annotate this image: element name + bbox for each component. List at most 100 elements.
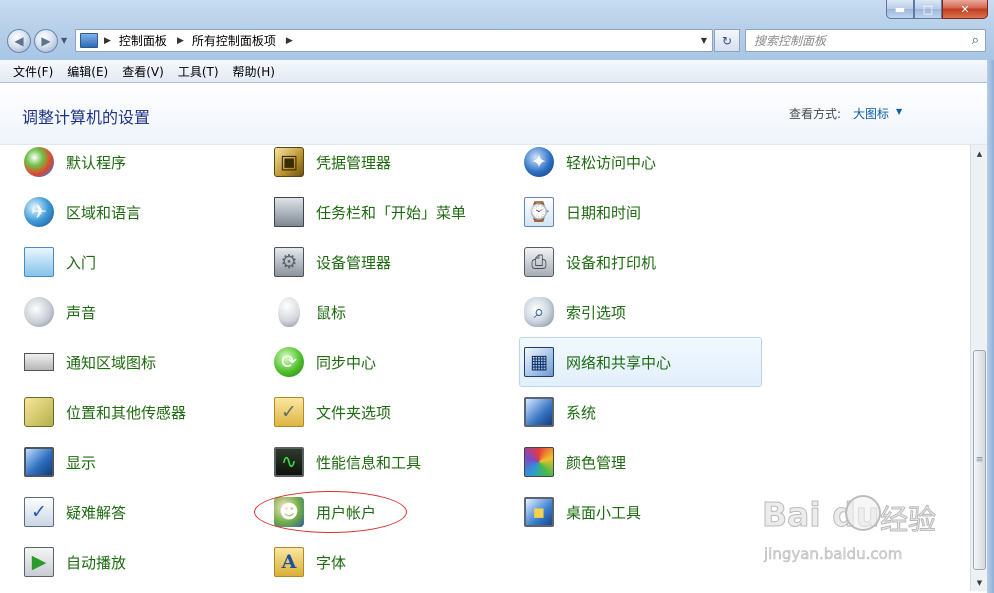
breadcrumb-all-items[interactable]: 所有控制面板项 [192,32,276,49]
gps-device-icon [24,397,54,427]
item-ease-of-access[interactable]: ✦ 轻松访问中心 [520,138,656,186]
chevron-right-icon[interactable]: ▶ [177,36,184,46]
menu-tools[interactable]: 工具(T) [171,61,226,82]
chevron-right-icon[interactable]: ▶ [104,36,111,46]
item-default-programs[interactable]: 默认程序 [20,138,126,186]
printer-icon: ⎙ [524,247,554,277]
view-by-label: 查看方式: [789,107,842,121]
item-label: 通知区域图标 [66,353,157,372]
item-mouse[interactable]: 鼠标 [270,288,346,336]
item-network-sharing-center[interactable]: ▦ 网络和共享中心 [519,337,762,387]
minimize-button[interactable]: ▬ [886,0,914,19]
item-label: 设备和打印机 [566,253,657,272]
desktop-gadgets-icon: ▪ [524,497,554,527]
content-header: 调整计算机的设置 查看方式: 大图标 ▼ [0,84,994,145]
item-label: 网络和共享中心 [566,353,672,372]
item-display[interactable]: 显示 [20,438,96,486]
menu-view[interactable]: 查看(V) [115,61,171,82]
item-location-sensors[interactable]: 位置和其他传感器 [20,388,186,436]
indexing-magnifier-icon: ⌕ [524,297,554,327]
speaker-icon [24,297,54,327]
caption-buttons: ▬ □ ✕ [886,0,988,20]
address-dropdown-button[interactable]: ▼ [696,30,712,51]
view-by-dropdown[interactable]: 大图标 [853,105,889,122]
search-input[interactable] [754,33,954,48]
address-bar[interactable]: ▶ 控制面板 ▶ 所有控制面板项 ▶ ▼ [75,29,713,52]
item-notification-icons[interactable]: 通知区域图标 [20,338,156,386]
refresh-button[interactable]: ↻ [714,29,740,52]
maximize-button[interactable]: □ [914,0,942,19]
item-label: 索引选项 [566,303,627,322]
menu-edit[interactable]: 编辑(E) [60,61,115,82]
item-desktop-gadgets[interactable]: ▪ 桌面小工具 [520,488,641,536]
item-fonts[interactable]: A 字体 [270,538,346,586]
recent-pages-dropdown[interactable]: ▼ [61,36,67,45]
item-getting-started[interactable]: 入门 [20,238,96,286]
forward-button[interactable]: ▶ [34,29,58,53]
scroll-up-arrow[interactable]: ▲ [971,145,988,162]
search-box[interactable]: ⌕ [745,29,986,52]
item-region-language[interactable]: ✈ 区域和语言 [20,188,141,236]
item-label: 疑难解答 [66,503,127,522]
item-folder-options[interactable]: ✓ 文件夹选项 [270,388,391,436]
item-user-accounts[interactable]: ☻ 用户帐户 [270,488,376,536]
item-label: 显示 [66,453,97,472]
notification-tray-icon [24,353,54,371]
item-sound[interactable]: 声音 [20,288,96,336]
chevron-right-icon[interactable]: ▶ [286,36,293,46]
item-label: 用户帐户 [316,503,377,522]
item-label: 任务栏和「开始」菜单 [316,203,467,222]
vertical-scrollbar[interactable]: ▲ ≡ ▼ [970,145,987,591]
item-label: 位置和其他传感器 [66,403,187,422]
item-credential-manager[interactable]: ▣ 凭据管理器 [270,138,391,186]
autoplay-icon: ▶ [24,547,54,577]
refresh-icon: ↻ [721,33,733,48]
item-label: 区域和语言 [66,203,142,222]
calendar-clock-icon: ⌚ [524,197,554,227]
close-button[interactable]: ✕ [942,0,988,19]
item-label: 性能信息和工具 [316,453,422,472]
item-label: 字体 [316,553,347,572]
taskbar-icon [274,197,304,227]
item-troubleshooting[interactable]: ✓ 疑难解答 [20,488,126,536]
item-label: 桌面小工具 [566,503,642,522]
globe-clock-icon: ✈ [24,197,54,227]
forward-arrow-icon: ▶ [41,34,51,48]
item-autoplay[interactable]: ▶ 自动播放 [20,538,126,586]
item-taskbar-start-menu[interactable]: 任务栏和「开始」菜单 [270,188,466,236]
color-management-icon [524,447,554,477]
safe-icon: ▣ [274,147,304,177]
item-date-time[interactable]: ⌚ 日期和时间 [520,188,641,236]
menu-help[interactable]: 帮助(H) [226,61,282,82]
item-device-manager[interactable]: ⚙ 设备管理器 [270,238,391,286]
monitor-icon [24,447,54,477]
item-label: 系统 [566,403,597,422]
default-programs-icon [24,147,54,177]
item-system[interactable]: 系统 [520,388,596,436]
item-label: 设备管理器 [316,253,392,272]
window-frame-right [987,60,994,593]
system-monitor-icon [524,397,554,427]
item-indexing-options[interactable]: ⌕ 索引选项 [520,288,626,336]
scroll-thumb[interactable]: ≡ [973,350,986,570]
folder-options-icon: ✓ [274,397,304,427]
item-performance-tools[interactable]: ∿ 性能信息和工具 [270,438,421,486]
item-sync-center[interactable]: ⟳ 同步中心 [270,338,376,386]
back-button[interactable]: ◀ [7,29,31,53]
item-label: 日期和时间 [566,203,642,222]
mouse-icon [278,297,300,327]
search-icon[interactable]: ⌕ [972,33,979,48]
item-label: 鼠标 [316,303,347,322]
chevron-down-icon[interactable]: ▼ [896,107,902,116]
page-title: 调整计算机的设置 [22,108,151,127]
item-label: 默认程序 [66,153,127,172]
getting-started-icon [24,247,54,277]
menu-file[interactable]: 文件(F) [6,61,60,82]
scroll-down-arrow[interactable]: ▼ [971,574,988,591]
breadcrumb-control-panel[interactable]: 控制面板 [119,32,167,49]
item-color-management[interactable]: 颜色管理 [520,438,626,486]
item-devices-printers[interactable]: ⎙ 设备和打印机 [520,238,656,286]
ease-of-access-icon: ✦ [524,147,554,177]
device-manager-icon: ⚙ [274,247,304,277]
item-label: 声音 [66,303,97,322]
